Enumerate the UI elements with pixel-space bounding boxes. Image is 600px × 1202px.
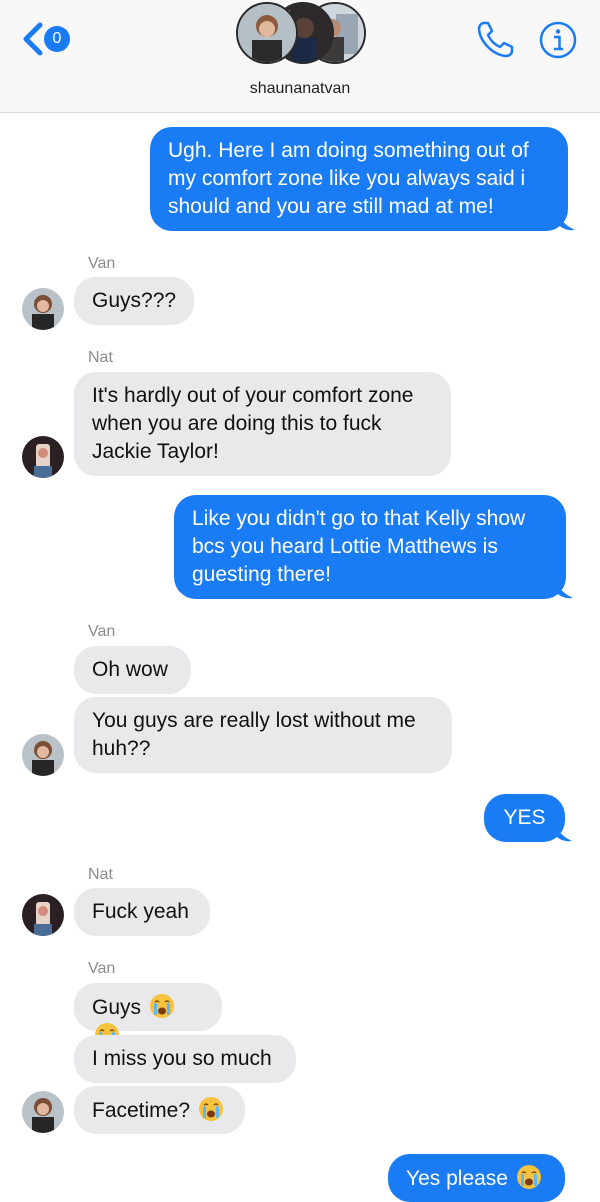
avatar-van[interactable] [22, 734, 64, 776]
sent-message[interactable]: YES [484, 794, 565, 842]
group-avatar-1 [236, 2, 298, 64]
sender-name: Nat [88, 349, 113, 366]
back-button[interactable]: 0 [22, 22, 74, 56]
received-message[interactable]: It's hardly out of your comfort zone whe… [74, 372, 451, 476]
chat-header: 0 shaunanatvan [0, 0, 600, 113]
avatar-van[interactable] [22, 288, 64, 330]
message-text: Facetime? [92, 1099, 191, 1122]
group-name[interactable]: shaunanatvan [0, 80, 600, 98]
phone-icon[interactable] [475, 18, 517, 60]
sent-bubble-tail [558, 212, 575, 231]
received-message[interactable]: Guys [74, 983, 222, 1047]
sender-name: Van [88, 255, 116, 272]
info-icon[interactable] [538, 20, 578, 60]
sent-message[interactable]: Yes please [388, 1154, 565, 1202]
sender-name: Van [88, 623, 116, 640]
sent-message[interactable]: Ugh. Here I am doing something out of my… [150, 127, 568, 231]
avatar-nat[interactable] [22, 436, 64, 478]
sender-name: Van [88, 960, 116, 977]
received-message[interactable]: Facetime? [74, 1086, 245, 1134]
group-avatars[interactable] [232, 2, 368, 68]
loudly-crying-face-emoji [149, 994, 174, 1018]
loudly-crying-face-emoji [516, 1165, 541, 1189]
sent-message[interactable]: Like you didn't go to that Kelly show bc… [174, 495, 566, 599]
received-message[interactable]: Guys??? [74, 277, 194, 325]
message-text: Guys [92, 996, 142, 1019]
received-message[interactable]: Fuck yeah [74, 888, 210, 936]
loudly-crying-face-emoji [198, 1097, 223, 1121]
received-message[interactable]: Oh wow [74, 646, 191, 694]
avatar-van[interactable] [22, 1091, 64, 1133]
sent-bubble-tail [555, 823, 572, 842]
avatar-nat[interactable] [22, 894, 64, 936]
received-message[interactable]: You guys are really lost without me huh?… [74, 697, 452, 773]
sent-bubble-tail [556, 580, 573, 599]
unread-count-badge: 0 [44, 26, 70, 52]
sender-name: Nat [88, 866, 113, 883]
received-message[interactable]: I miss you so much [74, 1035, 296, 1083]
message-text: Yes please [406, 1167, 508, 1190]
back-chevron-icon [23, 22, 43, 56]
